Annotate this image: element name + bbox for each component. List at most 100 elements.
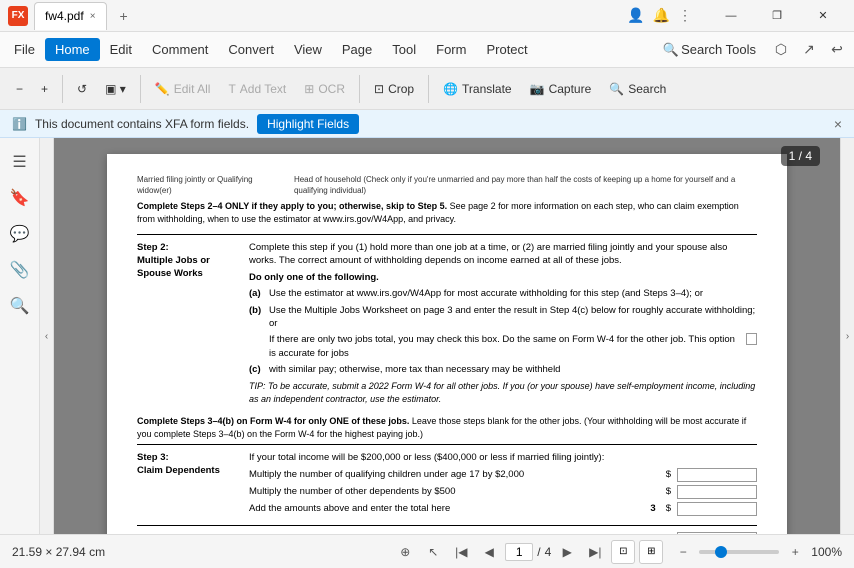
add-text-button[interactable]: T Add Text [220,74,294,104]
right-panel-toggle[interactable]: › [840,138,854,534]
pdf-step3-row: Step 3: Claim Dependents If your total i… [137,444,757,519]
pdf-step4-a-label: (a) [249,532,263,534]
edit-group: ✏️ Edit All T Add Text ⊞ OCR [147,74,353,104]
fit-page-btn[interactable]: ⊡ [611,540,635,564]
sidebar-home-icon[interactable]: ☰ [4,146,36,178]
fit-width-btn[interactable]: ⊞ [639,540,663,564]
new-tab-button[interactable]: + [113,5,135,27]
pdf-step3-input1[interactable] [677,468,757,482]
menu-protect[interactable]: Protect [476,38,537,61]
pdf-step3-rows: Multiply the number of qualifying childr… [249,468,757,516]
rotate-button[interactable]: ↺ [69,74,95,104]
left-sidebar: ☰ 🔖 💬 📎 🔍 [0,138,40,534]
pdf-step2-item-b: (b) Use the Multiple Jobs Worksheet on p… [249,304,757,331]
sidebar-comment-icon[interactable]: 💬 [4,218,36,250]
toolbar-separator-4 [428,75,429,103]
toolbar-separator-1 [62,75,63,103]
pdf-step4-a-text: Other income (not from jobs). If you wan… [269,532,629,534]
menu-comment[interactable]: Comment [142,38,218,61]
zoom-percentage: 100% [811,545,842,559]
pdf-step4-optional: (optional): [168,533,214,534]
highlight-fields-button[interactable]: Highlight Fields [257,114,359,134]
zoom-out-button[interactable]: − [8,74,31,104]
add-text-label: Add Text [240,82,286,96]
menu-convert[interactable]: Convert [218,38,284,61]
menu-home[interactable]: Home [45,38,100,61]
statusbar-dimensions: 21.59 × 27.94 cm [12,545,385,559]
page-sep: / [537,545,540,559]
translate-label: Translate [462,82,512,96]
pdf-step2-intro: Complete this step if you (1) hold more … [249,241,757,268]
sidebar-attach-icon[interactable]: 📎 [4,254,36,286]
ocr-button[interactable]: ⊞ OCR [296,74,353,104]
menu-page[interactable]: Page [332,38,382,61]
crop-icon: ⊡ [374,82,384,96]
translate-icon: 🌐 [443,82,458,96]
edit-all-button[interactable]: ✏️ Edit All [147,74,219,104]
zoom-in-button[interactable]: + [33,74,56,104]
close-button[interactable]: ✕ [800,0,846,32]
pdf-step3-row1-text: Multiply the number of qualifying childr… [249,468,660,481]
first-page-btn[interactable]: |◀ [449,540,473,564]
capture-label: Capture [549,82,592,96]
search-tools-btn[interactable]: 🔍 Search Tools [655,40,764,60]
pdf-step3-dollar1: $ [666,468,671,481]
pdf-step3-content: If your total income will be $200,000 or… [249,451,757,519]
crop-button[interactable]: ⊡ Crop [366,74,422,104]
left-panel-toggle[interactable]: ‹ [40,138,54,534]
pdf-step3-header: Complete Steps 3–4(b) on Form W-4 for on… [137,411,757,440]
tab-close-btn[interactable]: × [90,11,96,22]
pdf-page: Married filing jointly or Qualifying wid… [107,154,787,534]
menu-file[interactable]: File [4,38,45,61]
pdf-checkbox [746,333,757,345]
menu-tool[interactable]: Tool [382,38,426,61]
pdf-step3-input3[interactable] [677,502,757,516]
add-text-icon: T [228,82,235,96]
select-tool-btn[interactable]: ↖ [421,540,445,564]
menu-view[interactable]: View [284,38,332,61]
pdf-step2-title: Multiple Jobs or Spouse Works [137,254,237,281]
pdf-step4-label: Step 4 (optional): Other Adjustments [137,532,237,534]
page-number-input[interactable] [505,543,533,561]
toolbar-separator-3 [359,75,360,103]
more-options-icon[interactable]: ⋮ [678,7,692,24]
capture-button[interactable]: 📷 Capture [522,74,600,104]
select-dropdown[interactable]: ▣ ▾ [97,74,134,104]
prev-page-btn[interactable]: ◀ [477,540,501,564]
translate-group: 🌐 Translate 📷 Capture 🔍 Search [435,74,674,104]
menu-edit[interactable]: Edit [100,38,142,61]
nav-fwd-button[interactable]: ↗ [796,37,822,63]
zoom-out-status-btn[interactable]: − [671,540,695,564]
pdf-item-a-label: (a) [249,287,263,300]
pdf-step2-do-only: Do only one of the following. [249,271,757,284]
search-button[interactable]: 🔍 Search [601,74,674,104]
pdf-step3-header-text: Complete Steps 3–4(b) on Form W-4 for on… [137,416,409,426]
edit-all-label: Edit All [174,82,211,96]
pdf-steps-header: Complete Steps 2–4 ONLY if they apply to… [137,201,447,211]
translate-button[interactable]: 🌐 Translate [435,74,520,104]
last-page-btn[interactable]: ▶| [583,540,607,564]
next-page-btn[interactable]: ▶ [555,540,579,564]
pdf-step4-input-a[interactable] [677,532,757,534]
profile-icon[interactable]: 👤 [627,7,644,24]
pdf-step3-row1: Multiply the number of qualifying childr… [249,468,757,482]
minimize-button[interactable]: — [708,0,754,32]
notification-close-button[interactable]: × [834,116,842,132]
nav-back-button[interactable]: ⬡ [768,37,794,63]
notification-icon[interactable]: 🔔 [653,7,670,24]
nav-external-button[interactable]: ↩ [824,37,850,63]
zoom-slider[interactable] [699,550,779,554]
restore-button[interactable]: ❐ [754,0,800,32]
pdf-step3-input2[interactable] [677,485,757,499]
file-tab[interactable]: fw4.pdf × [34,2,107,30]
pdf-step2-items: (a) Use the estimator at www.irs.gov/W4A… [249,287,757,376]
sidebar-bookmark-icon[interactable]: 🔖 [4,182,36,214]
titlebar-left: FX fw4.pdf × + [8,2,135,30]
cursor-tool-btn[interactable]: ⊕ [393,540,417,564]
pdf-step3-condition: If your total income will be $200,000 or… [249,451,757,464]
sidebar-search-side-icon[interactable]: 🔍 [4,290,36,322]
zoom-in-status-btn[interactable]: + [783,540,807,564]
pdf-step4-row: Step 4 (optional): Other Adjustments (a)… [137,525,757,534]
menu-form[interactable]: Form [426,38,476,61]
zoom-group: − + [8,74,56,104]
